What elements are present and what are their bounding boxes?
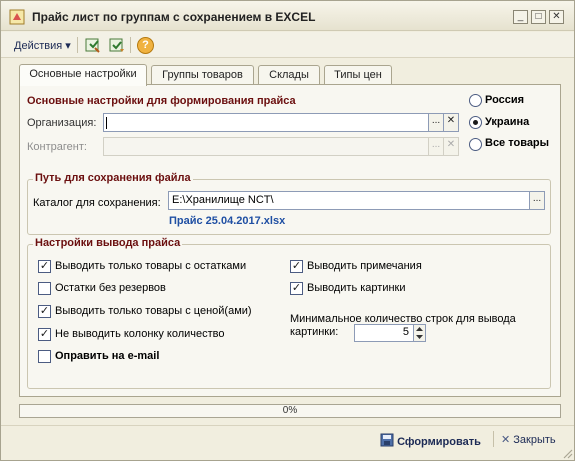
save-settings-icon[interactable] (84, 36, 102, 54)
catalog-value: E:\Хранилище NCT\ (172, 194, 274, 206)
min-rows-stepper[interactable] (413, 324, 426, 342)
organization-clear-button[interactable]: ✕ (443, 113, 459, 132)
check-icon: ✓ (291, 260, 302, 272)
radio-russia-label: Россия (485, 94, 525, 106)
contractor-clear-button: ✕ (443, 137, 459, 156)
footer-divider (1, 425, 574, 426)
tab-label: Типы цен (334, 69, 382, 81)
radio-ukraine-label: Украина (485, 116, 530, 128)
checkbox-only-in-stock[interactable]: ✓ (38, 260, 51, 273)
tab-price-types[interactable]: Типы цен (324, 65, 392, 85)
checkbox-show-notes[interactable]: ✓ (290, 260, 303, 273)
help-icon: ? (142, 39, 149, 51)
actions-label: Действия (14, 40, 63, 52)
catalog-select-button[interactable]: ... (529, 191, 545, 210)
radio-all-products-label: Все товары (485, 137, 550, 149)
check-icon: ✓ (39, 328, 50, 340)
close-button[interactable]: ✕ Закрыть (501, 433, 556, 446)
checkbox-send-email[interactable] (38, 350, 51, 363)
checkbox-show-images[interactable]: ✓ (290, 282, 303, 295)
tab-warehouses[interactable]: Склады (258, 65, 320, 85)
maximize-button[interactable]: □ (531, 10, 546, 24)
stock-without-reserve-label: Остатки без резервов (55, 282, 166, 294)
close-label: Закрыть (513, 434, 556, 446)
title-bar: Прайс лист по группам с сохранением в EX… (1, 1, 574, 31)
checkbox-hide-quantity-column[interactable]: ✓ (38, 328, 51, 341)
organization-field[interactable] (103, 113, 429, 132)
output-filename: Прайс 25.04.2017.xlsx (169, 215, 286, 227)
generate-button[interactable]: Сформировать (380, 433, 481, 448)
close-window-button[interactable]: ✕ (549, 10, 564, 24)
check-icon: ✓ (39, 305, 50, 317)
stepper-arrows-icon (416, 327, 423, 339)
save-path-group-title: Путь для сохранения файла (33, 172, 193, 184)
clear-icon: ✕ (446, 139, 456, 150)
contractor-select-button: ... (428, 137, 444, 156)
actions-menu[interactable]: Действия ▾ (14, 39, 71, 52)
min-rows-value: 5 (402, 326, 409, 338)
toolbar: Действия ▾ ? (1, 32, 574, 58)
chevron-down-icon: ▾ (65, 40, 71, 52)
send-email-label: Оправить на e-mail (55, 350, 160, 362)
show-images-label: Выводить картинки (307, 282, 406, 294)
app-icon (9, 9, 25, 25)
toolbar-divider (130, 37, 131, 53)
clear-icon: ✕ (446, 115, 456, 126)
window: Прайс лист по группам с сохранением в EX… (0, 0, 575, 461)
show-notes-label: Выводить примечания (307, 260, 422, 272)
contractor-field (103, 137, 429, 156)
only-in-stock-label: Выводить только товары с остатками (55, 260, 247, 272)
organization-select-button[interactable]: ... (428, 113, 444, 132)
window-title: Прайс лист по группам с сохранением в EX… (32, 10, 316, 24)
hide-quantity-column-label: Не выводить колонку количество (55, 328, 225, 340)
minimize-button[interactable]: _ (513, 10, 528, 24)
radio-russia[interactable] (469, 94, 482, 107)
restore-settings-icon[interactable] (108, 36, 126, 54)
text-caret (106, 117, 107, 129)
progress-text: 0% (282, 405, 298, 416)
resize-grip-icon[interactable] (561, 447, 573, 459)
min-rows-input[interactable]: 5 (354, 324, 414, 342)
close-icon: ✕ (501, 434, 511, 446)
footer-divider (493, 431, 494, 447)
progress-bar: 0% (19, 404, 561, 418)
generate-label: Сформировать (397, 436, 481, 448)
radio-all-products[interactable] (469, 138, 482, 151)
only-with-price-label: Выводить только товары с ценой(ами) (55, 305, 252, 317)
organization-label: Организация: (27, 117, 97, 129)
checkbox-only-with-price[interactable]: ✓ (38, 305, 51, 318)
save-icon (380, 433, 394, 447)
min-rows-label-cont: картинки: (290, 326, 339, 338)
contractor-label: Контрагент: (27, 141, 87, 153)
help-button[interactable]: ? (137, 37, 154, 54)
check-icon: ✓ (39, 260, 50, 272)
catalog-field[interactable]: E:\Хранилище NCT\ (168, 191, 530, 210)
catalog-label: Каталог для сохранения: (33, 197, 161, 209)
tab-label: Склады (269, 69, 309, 81)
toolbar-divider (77, 37, 78, 53)
tab-main-settings[interactable]: Основные настройки (19, 64, 147, 86)
tab-product-groups[interactable]: Группы товаров (151, 65, 254, 85)
tab-label: Группы товаров (162, 69, 243, 81)
checkbox-stock-without-reserve[interactable] (38, 282, 51, 295)
radio-ukraine[interactable] (469, 116, 482, 129)
tab-panel: Основные настройки для формирования прай… (19, 84, 561, 397)
output-settings-group-title: Настройки вывода прайса (33, 237, 183, 249)
section-title: Основные настройки для формирования прай… (27, 95, 296, 107)
check-icon: ✓ (291, 282, 302, 294)
tab-label: Основные настройки (29, 68, 137, 80)
